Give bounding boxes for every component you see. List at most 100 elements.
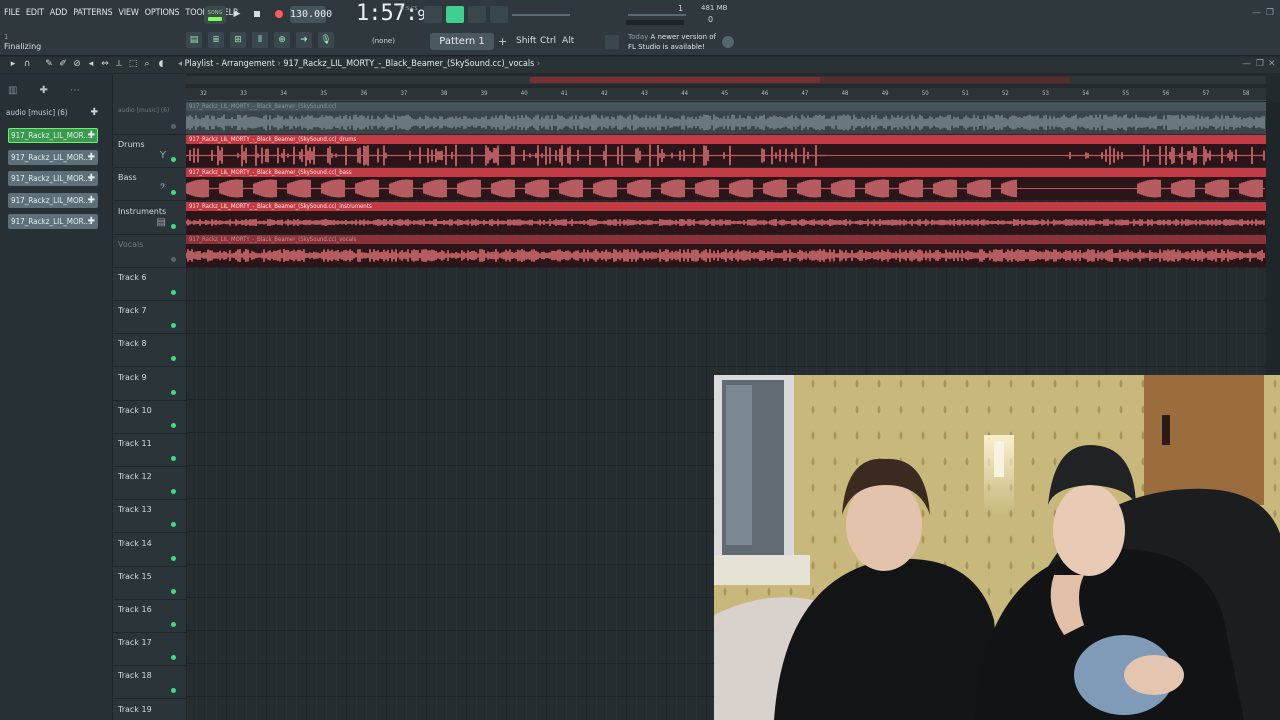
track-header[interactable]: Track 15 (112, 567, 186, 600)
pencil-icon[interactable]: ✎ (44, 59, 54, 69)
minimize-icon[interactable]: — (1252, 8, 1261, 18)
master-volume-slider[interactable] (512, 14, 570, 16)
mic-icon[interactable]: 🎙 (318, 32, 334, 48)
add-clip-icon[interactable]: ✚ (87, 150, 95, 165)
wait-input-icon[interactable] (468, 6, 486, 23)
track-header[interactable]: Track 8 (112, 334, 186, 368)
loop-region-tail[interactable] (820, 77, 1070, 83)
track-header[interactable]: Track 7 (112, 301, 186, 335)
menu-edit[interactable]: EDIT (26, 8, 44, 18)
track-enable-led[interactable] (171, 555, 176, 561)
audio-clip[interactable]: 917_Rackz_LIL_MORTY_-_Black_Beamer_(SkyS… (186, 135, 1266, 168)
online-icon[interactable] (722, 36, 734, 48)
track-header[interactable]: Vocals (112, 235, 186, 268)
mixer-icon[interactable]: ⫴ (252, 32, 268, 48)
clip-item[interactable]: 917_Rackz_LIL_MOR... ✚ (8, 149, 98, 165)
track-enable-led[interactable] (171, 588, 176, 594)
clip-item[interactable]: 917_Rackz_LIL_MOR... ✚ (8, 171, 98, 186)
track-enable-led[interactable] (171, 389, 176, 395)
track-header[interactable]: Track 9 (112, 368, 186, 401)
audio-clip[interactable]: 917_Rackz_LIL_MORTY_-_Black_Beamer_(SkyS… (186, 168, 1266, 201)
record-button[interactable] (272, 7, 286, 21)
add-icon[interactable]: ✚ (39, 85, 47, 96)
song-mode-button[interactable]: SONG (204, 6, 226, 24)
audio-clip[interactable]: 917_Rackz_LIL_MORTY_-_Black_Beamer_(SkyS… (186, 201, 1266, 234)
track-header[interactable]: Track 18 (112, 666, 186, 700)
track-header[interactable]: Track 6 (112, 268, 186, 301)
add-clip-icon[interactable]: ✚ (87, 171, 95, 186)
ctrl-key[interactable]: Ctrl (540, 36, 556, 46)
plugin-picker-icon[interactable]: ⊕ (274, 32, 290, 48)
playlist-maximize-icon[interactable]: ❐ (1256, 59, 1264, 69)
track-enable-led[interactable] (171, 256, 176, 262)
loop-region[interactable] (530, 77, 820, 83)
playlist-close-icon[interactable]: ✕ (1268, 59, 1276, 69)
track-enable-led[interactable] (171, 422, 176, 428)
stop-button[interactable] (250, 7, 264, 21)
track-header[interactable]: Track 13 (112, 500, 186, 534)
audio-clip[interactable]: 917_Rackz_LIL_MORTY_-_Black_Beamer_(SkyS… (186, 234, 1266, 267)
playlist-minimize-icon[interactable]: — (1242, 59, 1251, 69)
add-clip-icon[interactable]: ✚ (90, 107, 98, 118)
track-enable-led[interactable] (171, 622, 176, 627)
audio-clip[interactable]: 917_Rackz_LIL_MORTY_-_Black_Beamer_(SkyS… (186, 102, 1266, 134)
track-enable-led[interactable] (171, 522, 176, 528)
clip-item[interactable]: 917_Rackz_LIL_MOR... ✚ (8, 128, 98, 143)
browser-options-icon[interactable]: ⋯ (70, 85, 80, 96)
playlist-icon[interactable]: ▤ (186, 32, 202, 48)
menu-add[interactable]: ADD (50, 8, 68, 18)
add-clip-icon[interactable]: ✚ (87, 128, 95, 143)
clip-item[interactable]: 917_Rackz_LIL_MOR... ✚ (8, 192, 98, 208)
menu-file[interactable]: FILE (4, 8, 20, 18)
track-header[interactable]: Track 16 (112, 600, 186, 633)
countdown-icon[interactable] (490, 6, 508, 23)
track-enable-led[interactable] (171, 290, 176, 295)
breadcrumb-root[interactable]: Playlist - Arrangement (185, 59, 275, 69)
track-header[interactable]: audio [music] (6) (112, 102, 186, 135)
breadcrumb-clip[interactable]: 917_Rackz_LIL_MORTY_-_Black_Beamer_(SkyS… (283, 59, 534, 69)
track-enable-led[interactable] (171, 157, 176, 163)
menu-patterns[interactable]: PATTERNS (73, 8, 112, 18)
playback-icon[interactable]: ◖ (156, 59, 166, 69)
clip-item[interactable]: 917_Rackz_LIL_MOR... ✚ (8, 214, 98, 229)
snap-selector[interactable]: (none) (372, 37, 395, 45)
menu-view[interactable]: VIEW (118, 8, 138, 18)
menu-options[interactable]: OPTIONS (145, 8, 180, 18)
track-enable-led[interactable] (171, 323, 176, 329)
shift-key[interactable]: Shift (516, 36, 536, 46)
add-clip-icon[interactable]: ✚ (87, 193, 95, 208)
add-clip-icon[interactable]: ✚ (87, 214, 95, 229)
track-enable-led[interactable] (171, 124, 176, 129)
channel-rack-icon[interactable]: ⊞ (230, 32, 246, 48)
master-pitch-slider[interactable] (628, 14, 686, 16)
track-enable-led[interactable] (171, 356, 176, 362)
arrow-icon[interactable]: ➜ (296, 32, 312, 48)
add-pattern-button[interactable]: + (498, 35, 507, 48)
playlist-menu-icon[interactable]: ▸ (8, 59, 18, 69)
track-enable-led[interactable] (171, 223, 176, 229)
track-enable-led[interactable] (171, 456, 176, 461)
paint-icon[interactable]: ✐ (58, 59, 68, 69)
track-enable-led[interactable] (171, 655, 176, 661)
metronome-icon[interactable] (424, 6, 442, 23)
track-header[interactable]: Track 19 (112, 700, 186, 720)
timeline-ruler[interactable]: 32 33 34 35 36 37 38 39 40 41 42 43 44 45 46 47 48 49 50 51… (186, 88, 1266, 101)
track-header[interactable]: Track 17 (112, 633, 186, 667)
blend-notes-icon[interactable] (446, 6, 464, 23)
browser-icon[interactable]: ▥ (8, 85, 17, 96)
tempo-display[interactable]: 130.000 (290, 6, 332, 23)
track-header[interactable]: Bass 𝄢 (112, 168, 186, 202)
news-panel[interactable]: Today A newer version of FL Studio is av… (628, 32, 716, 52)
track-header[interactable]: Drums Y (112, 135, 186, 169)
delete-icon[interactable]: ⊘ (72, 59, 82, 69)
slice-icon[interactable]: ⟂ (114, 59, 124, 69)
track-header[interactable]: Instruments ▤ (112, 202, 186, 235)
piano-roll-icon[interactable]: ≣ (208, 32, 224, 48)
track-enable-led[interactable] (171, 489, 176, 495)
magnet-icon[interactable]: ∩ (22, 59, 32, 69)
track-header[interactable]: Track 14 (112, 534, 186, 567)
select-icon[interactable]: ⬚ (128, 59, 138, 69)
track-header[interactable]: Track 12 (112, 467, 186, 501)
zoom-icon[interactable]: ⌕ (142, 59, 152, 69)
restore-icon[interactable]: ❐ (1266, 8, 1274, 18)
